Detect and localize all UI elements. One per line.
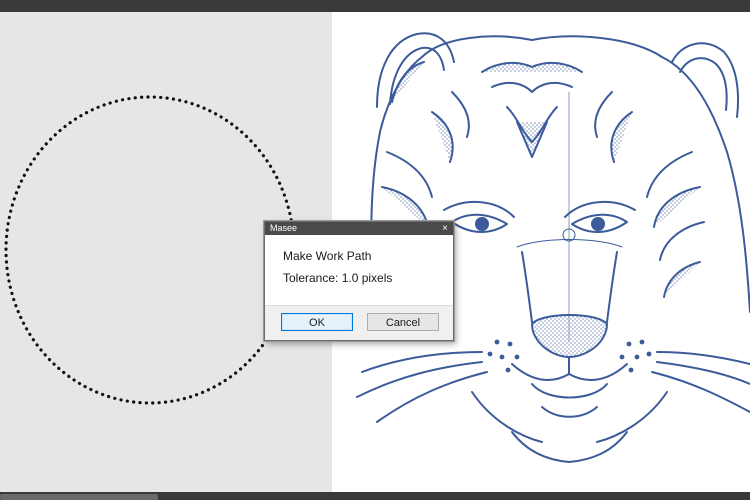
horizontal-scrollbar-thumb[interactable] (0, 494, 158, 500)
top-toolbar-strip (0, 0, 750, 12)
dialog-window-title: Maseе (270, 223, 298, 233)
dialog-titlebar[interactable]: Maseе × (265, 222, 453, 235)
dialog-heading: Make Work Path (283, 249, 372, 263)
tolerance-value-text: Tolerance: 1.0 pixels (283, 271, 393, 285)
make-work-path-dialog: Maseе × Make Work Path Tolerance: 1.0 pi… (264, 221, 454, 341)
cancel-button[interactable]: Cancel (367, 313, 439, 331)
dialog-body: Make Work Path Tolerance: 1.0 pixels (265, 235, 453, 305)
dialog-button-bar: OK Cancel (265, 305, 453, 340)
app-window: Maseе × Make Work Path Tolerance: 1.0 pi… (0, 0, 750, 500)
ok-button[interactable]: OK (281, 313, 353, 331)
close-icon[interactable]: × (442, 222, 448, 235)
